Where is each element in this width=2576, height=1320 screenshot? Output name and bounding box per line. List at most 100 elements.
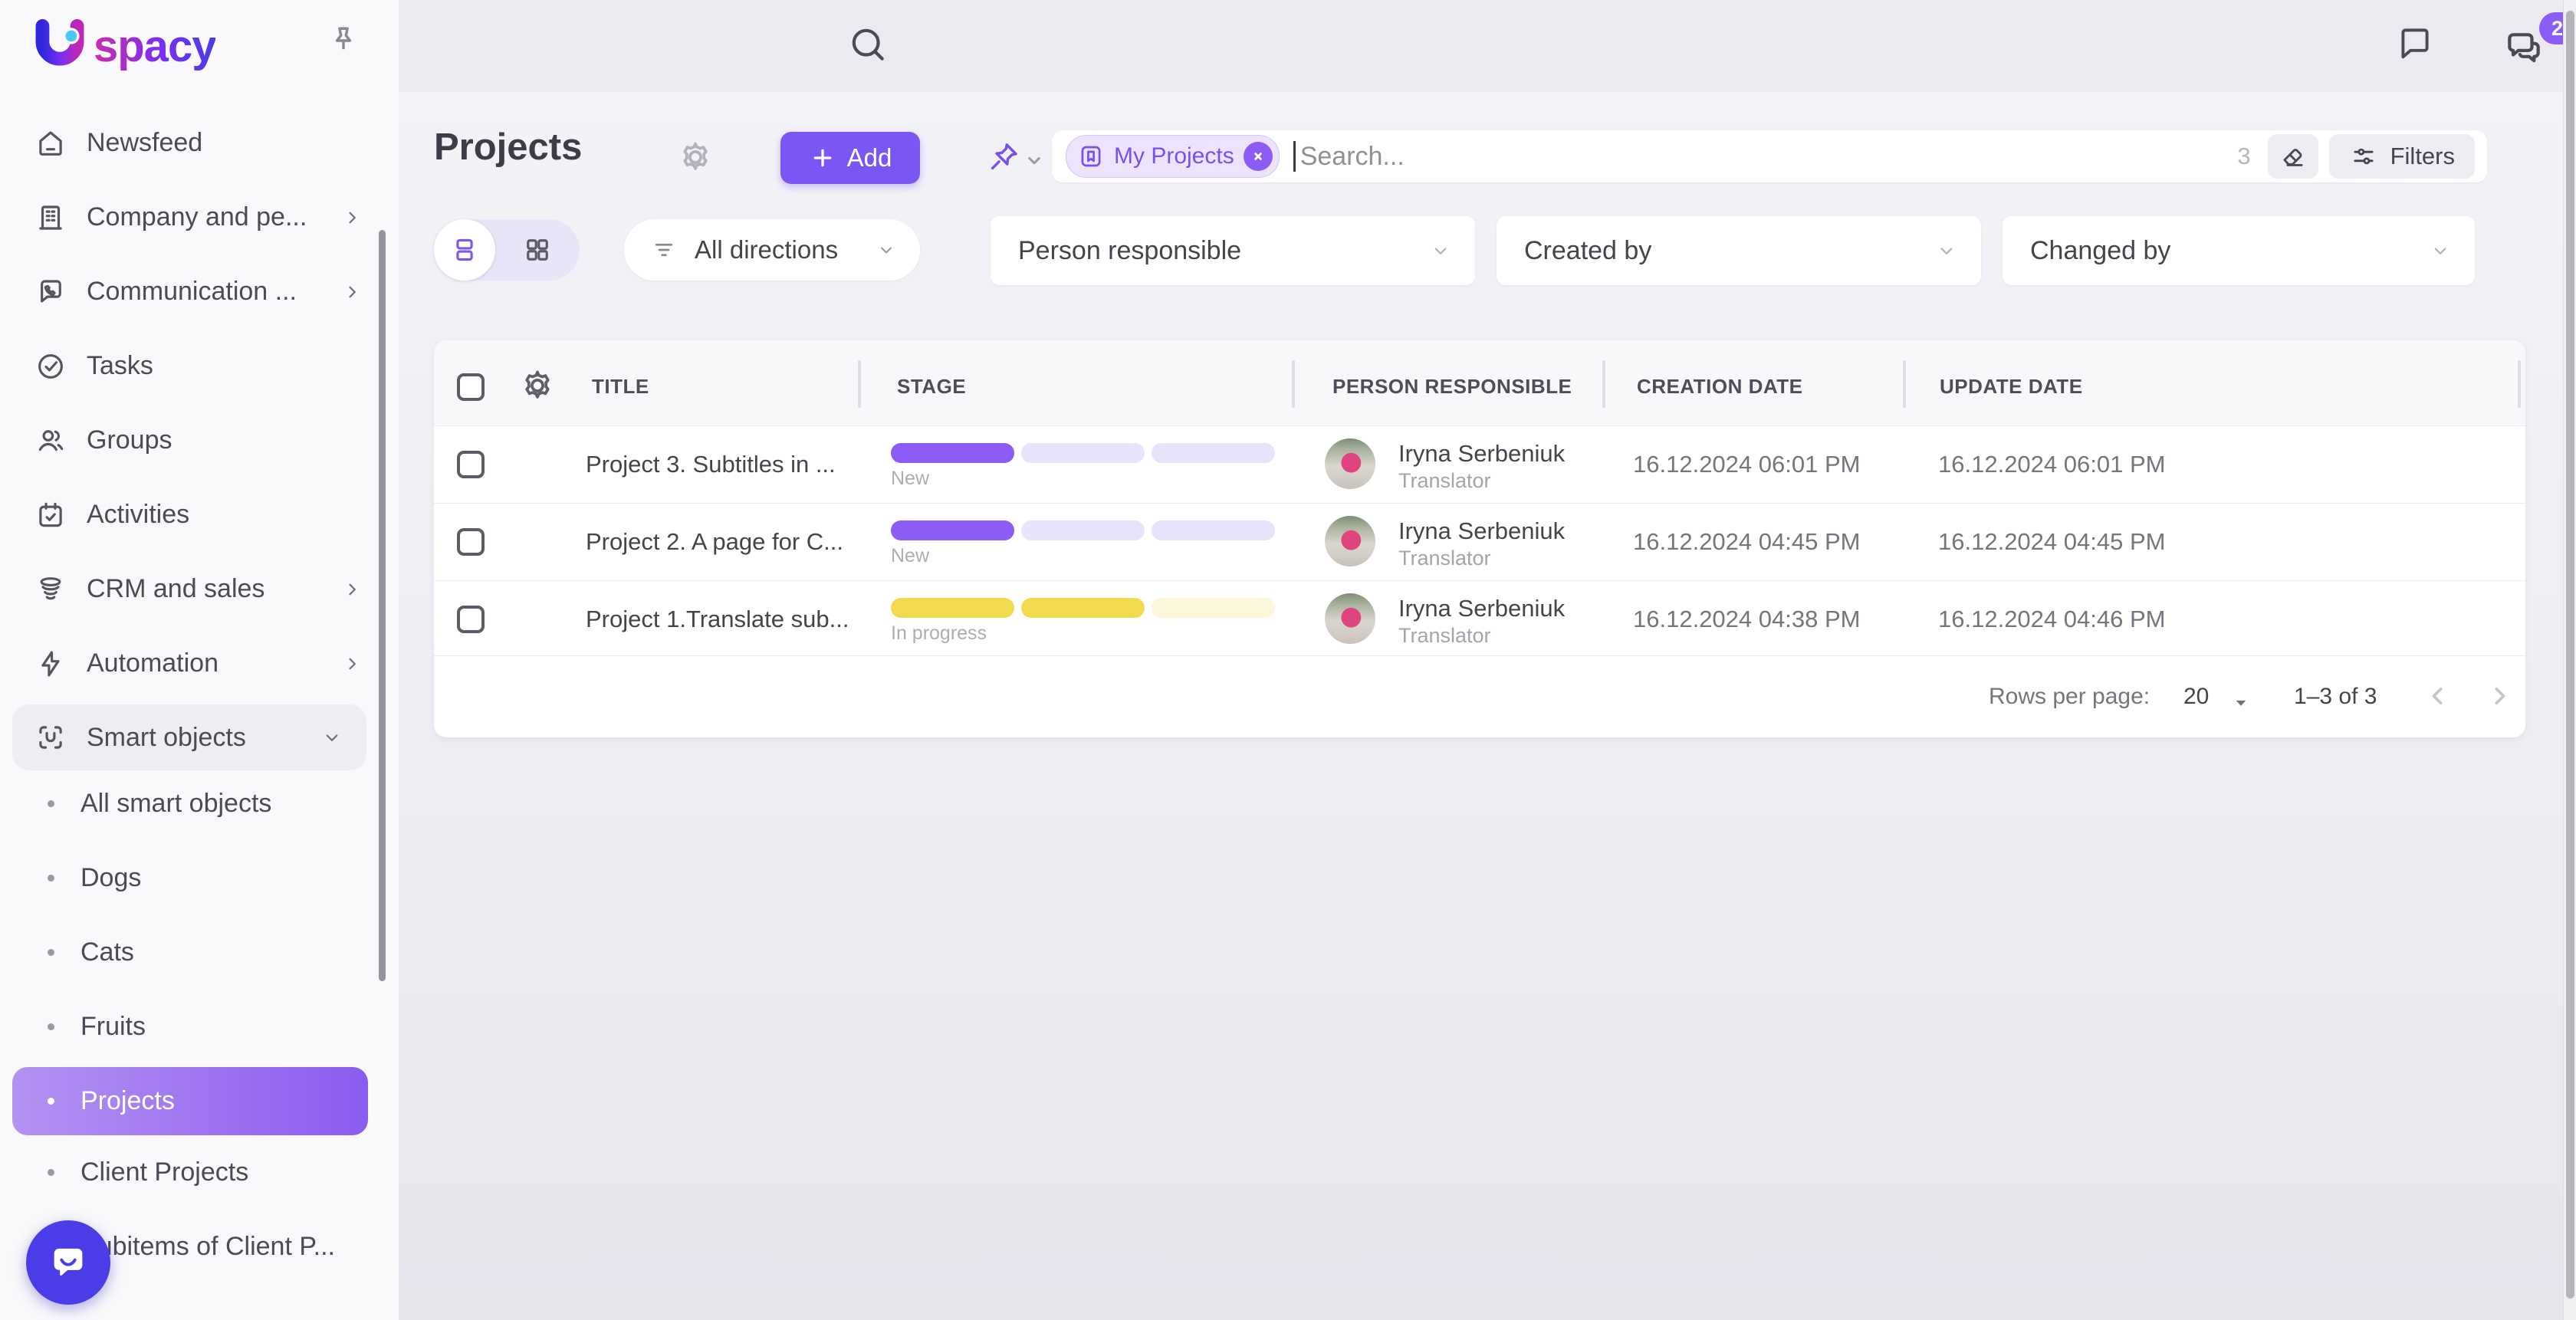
sidebar-item-newsfeed[interactable]: Newsfeed (0, 106, 399, 180)
column-divider (1292, 360, 1295, 408)
chevron-down-icon (320, 726, 343, 749)
project-title[interactable]: Project 2. A page for C... (586, 528, 843, 556)
sidebar-item-label: All smart objects (80, 789, 271, 819)
app-logo[interactable]: spacy (31, 17, 215, 75)
sidebar-item-label: Company and pe... (87, 202, 307, 232)
sidebar-item-label: Tasks (87, 351, 153, 381)
bullet-icon (48, 800, 54, 807)
chevron-down-icon (1429, 239, 1452, 262)
filters-button[interactable]: Filters (2329, 134, 2475, 179)
update-date: 16.12.2024 06:01 PM (1938, 451, 2165, 478)
clear-filters-eraser-button[interactable] (2268, 134, 2318, 179)
add-button[interactable]: Add (780, 132, 920, 184)
sidebar-item-crm[interactable]: CRM and sales (0, 552, 399, 626)
page-scrollbar-thumb[interactable] (2566, 11, 2574, 1299)
update-date: 16.12.2024 04:46 PM (1938, 606, 2165, 633)
filter-count: 3 (2237, 143, 2250, 170)
column-divider (1903, 360, 1906, 408)
table-settings-gear-icon[interactable] (518, 366, 557, 405)
chat-phone-icon (34, 276, 67, 308)
project-title[interactable]: Project 3. Subtitles in ... (586, 451, 836, 478)
person-responsible-dropdown[interactable]: Person responsible (991, 216, 1475, 285)
sidebar-item-label: Groups (87, 425, 172, 455)
messenger-icon[interactable] (2502, 28, 2545, 71)
search-icon[interactable] (846, 23, 889, 66)
sidebar-item-label: Activities (87, 500, 189, 530)
chat-widget-button[interactable] (26, 1220, 110, 1305)
select-arrow-icon[interactable] (2229, 691, 2252, 714)
directions-dropdown[interactable]: All directions (624, 219, 920, 281)
sidebar-item-label: Fruits (80, 1012, 146, 1042)
chevron-right-icon (340, 281, 363, 304)
pagination-range: 1–3 of 3 (2294, 684, 2377, 710)
sidebar-item-communication[interactable]: Communication ... (0, 254, 399, 329)
pin-chevron-down-icon[interactable] (1023, 149, 1046, 172)
my-projects-filter-chip[interactable]: My Projects (1066, 135, 1280, 178)
page-title: Projects (434, 126, 582, 169)
stage-label: New (891, 545, 1282, 567)
sidebar-item-fruits[interactable]: Fruits (0, 990, 399, 1064)
stage-progress-bar[interactable]: New (891, 520, 1282, 567)
row-checkbox[interactable] (457, 606, 485, 633)
topbar: 20 (399, 0, 2576, 92)
sidebar-item-client-projects[interactable]: Client Projects (0, 1135, 399, 1210)
changed-by-dropdown-value: Changed by (2030, 236, 2170, 266)
search-bar[interactable]: My Projects 3 Filters (1052, 130, 2487, 182)
rows-per-page-select[interactable]: 20 (2183, 684, 2209, 710)
select-all-checkbox[interactable] (457, 373, 485, 401)
previous-page-button[interactable] (2421, 679, 2455, 713)
stage-progress-bar[interactable]: New (891, 443, 1282, 490)
sidebar: spacy Newsfeed Company and pe... Communi… (0, 0, 399, 1320)
sidebar-item-label: Dogs (80, 863, 141, 893)
chevron-down-icon (876, 239, 897, 261)
sidebar-pin-icon[interactable] (326, 23, 361, 58)
chip-close-icon[interactable] (1244, 142, 1273, 171)
sidebar-item-label: Client Projects (80, 1157, 248, 1187)
next-page-button[interactable] (2482, 679, 2516, 713)
person-avatar (1325, 516, 1375, 566)
person-name[interactable]: Iryna Serbeniuk (1398, 595, 1565, 622)
person-name[interactable]: Iryna Serbeniuk (1398, 440, 1565, 468)
chip-label: My Projects (1114, 143, 1234, 169)
check-circle-icon (34, 350, 67, 383)
sidebar-item-groups[interactable]: Groups (0, 403, 399, 478)
page-settings-gear-icon[interactable] (676, 138, 715, 176)
view-toggle (434, 219, 580, 281)
grid-view-button[interactable] (495, 234, 580, 266)
sidebar-scrollbar[interactable] (379, 230, 386, 981)
column-header-stage: STAGE (897, 375, 966, 399)
chat-bubble-icon (46, 1240, 90, 1285)
row-checkbox[interactable] (457, 451, 485, 478)
person-name[interactable]: Iryna Serbeniuk (1398, 517, 1565, 545)
sidebar-item-company[interactable]: Company and pe... (0, 180, 399, 254)
created-by-dropdown[interactable]: Created by (1497, 216, 1981, 285)
sidebar-item-automation[interactable]: Automation (0, 626, 399, 701)
sidebar-item-label: Newsfeed (87, 128, 202, 158)
row-checkbox[interactable] (457, 528, 485, 556)
sidebar-item-cats[interactable]: Cats (0, 915, 399, 990)
stage-progress-bar[interactable]: In progress (891, 598, 1282, 645)
add-button-label: Add (847, 143, 892, 172)
changed-by-dropdown[interactable]: Changed by (2003, 216, 2475, 285)
search-input[interactable] (1299, 141, 2238, 172)
sidebar-item-label: Subitems of Client P... (80, 1232, 335, 1262)
sidebar-item-all-smart-objects[interactable]: All smart objects (0, 767, 399, 841)
pin-filter-icon[interactable] (986, 140, 1021, 175)
filter-lines-icon (650, 236, 678, 264)
column-header-updated: UPDATE DATE (1940, 375, 2083, 399)
list-view-button[interactable] (434, 219, 495, 281)
sidebar-item-smart-objects[interactable]: Smart objects (12, 704, 366, 770)
column-header-title: TITLE (592, 375, 649, 399)
comment-icon[interactable] (2395, 25, 2435, 64)
sidebar-item-activities[interactable]: Activities (0, 478, 399, 552)
bullet-icon (48, 1169, 54, 1176)
list-view-icon (449, 234, 481, 266)
sidebar-item-label: Automation (87, 649, 219, 678)
sidebar-item-dogs[interactable]: Dogs (0, 841, 399, 915)
page-scrollbar-track[interactable] (2563, 0, 2576, 1320)
project-title[interactable]: Project 1.Translate sub... (586, 606, 849, 633)
sidebar-item-tasks[interactable]: Tasks (0, 329, 399, 403)
text-cursor (1293, 141, 1296, 172)
calendar-check-icon (34, 499, 67, 531)
sidebar-item-projects[interactable]: Projects (12, 1067, 368, 1135)
